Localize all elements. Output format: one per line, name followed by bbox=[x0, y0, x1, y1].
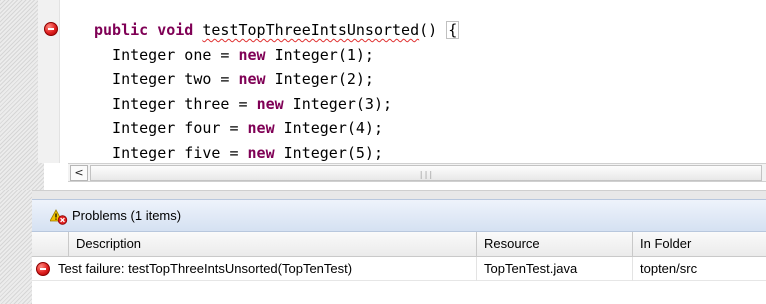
code-token: Integer five = bbox=[94, 143, 248, 162]
code-editor[interactable]: public void testTopThreeIntsUnsorted() {… bbox=[0, 0, 766, 190]
column-header-resource[interactable]: Resource bbox=[476, 232, 632, 257]
code-line[interactable]: public void testTopThreeIntsUnsorted() { bbox=[94, 18, 460, 43]
matching-brace: { bbox=[446, 21, 460, 39]
code-token: Integer two = bbox=[94, 70, 239, 88]
problems-warning-icon bbox=[50, 209, 68, 225]
code-token: () bbox=[419, 21, 447, 39]
scroll-left-button[interactable]: < bbox=[70, 165, 88, 181]
keyword-token: public void bbox=[94, 21, 203, 39]
code-token: Integer(4); bbox=[274, 119, 383, 137]
problems-view-tab[interactable]: Problems (1 items) bbox=[32, 199, 766, 232]
column-header-description[interactable]: Description bbox=[68, 232, 476, 257]
scrollbar-grip: ||| bbox=[418, 170, 434, 179]
problems-view-title: Problems (1 items) bbox=[72, 208, 182, 223]
code-line[interactable]: Integer four = new Integer(4); bbox=[94, 116, 459, 141]
code-token: Integer one = bbox=[94, 45, 239, 64]
code-token: Integer four = bbox=[94, 119, 248, 137]
keyword-token: new bbox=[247, 119, 275, 137]
view-separator[interactable] bbox=[0, 190, 766, 199]
code-token: Integer(2); bbox=[265, 70, 374, 88]
keyword-token: new bbox=[238, 70, 266, 88]
code-token: Integer three = bbox=[94, 94, 257, 113]
horizontal-scrollbar[interactable]: < ||| bbox=[68, 163, 766, 182]
code-line[interactable]: Integer three = new Integer(3); bbox=[94, 92, 459, 117]
error-icon[interactable] bbox=[44, 22, 58, 36]
problem-folder: topten/src bbox=[632, 257, 766, 281]
code-text[interactable]: public void testTopThreeIntsUnsorted() {… bbox=[94, 18, 460, 166]
column-header-in-folder[interactable]: In Folder bbox=[632, 232, 766, 257]
code-token: Integer(5); bbox=[274, 143, 383, 162]
view-left-gutter bbox=[0, 190, 32, 304]
problems-table-header: Description Resource In Folder bbox=[32, 232, 766, 257]
code-line[interactable]: Integer two = new Integer(2); bbox=[94, 67, 459, 92]
problem-resource: TopTenTest.java bbox=[476, 257, 632, 281]
keyword-token: new bbox=[247, 143, 275, 162]
code-token: Integer(1); bbox=[265, 45, 374, 64]
keyword-token: new bbox=[238, 45, 266, 64]
code-token: Integer(3); bbox=[283, 94, 393, 113]
keyword-token: new bbox=[256, 94, 284, 113]
scrollbar-thumb[interactable]: ||| bbox=[90, 165, 762, 181]
code-line[interactable]: Integer one = new Integer(1); bbox=[94, 43, 459, 68]
problems-view: Problems (1 items) Description Resource … bbox=[32, 199, 766, 304]
error-icon bbox=[36, 262, 50, 276]
problem-description: Test failure: testTopThreeIntsUnsorted(T… bbox=[58, 261, 353, 276]
table-row[interactable]: Test failure: testTopThreeIntsUnsorted(T… bbox=[32, 257, 766, 281]
error-method-name: testTopThreeIntsUnsorted bbox=[202, 21, 420, 39]
code-line[interactable]: Integer five = new Integer(5); bbox=[94, 141, 459, 166]
